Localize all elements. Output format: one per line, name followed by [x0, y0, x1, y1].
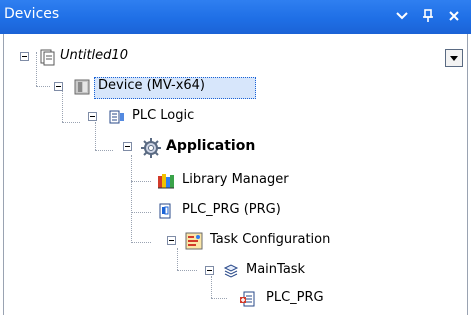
program-icon: [159, 203, 171, 219]
tree-item-task-configuration[interactable]: Task Configuration: [0, 230, 471, 252]
tree-item-label: Device (MV-x64): [98, 78, 206, 93]
pin-icon: [423, 9, 433, 22]
tree-item-plc-logic[interactable]: PLC Logic: [0, 106, 471, 128]
tree-item-plc-prg-call[interactable]: PLC_PRG: [0, 288, 471, 310]
tree-item-label: PLC_PRG: [266, 290, 324, 305]
tree-item-label: Task Configuration: [210, 232, 331, 247]
tree-item-library-manager[interactable]: Library Manager: [0, 170, 471, 192]
collapse-toggle[interactable]: [123, 142, 132, 151]
chevron-down-icon: [396, 12, 408, 20]
devices-panel-titlebar: Devices: [0, 0, 471, 34]
tree-item-label: MainTask: [246, 262, 306, 277]
tree-item-application[interactable]: Application: [0, 136, 471, 158]
plc-logic-icon: [109, 110, 124, 124]
project-icon: [40, 49, 55, 66]
collapse-toggle[interactable]: [205, 266, 214, 275]
collapse-toggle[interactable]: [54, 82, 63, 91]
collapse-toggle[interactable]: [167, 236, 176, 245]
tree-item-label: Library Manager: [182, 172, 289, 187]
project-dropdown-button[interactable]: [445, 49, 463, 67]
close-button[interactable]: [444, 6, 464, 26]
tree-item-label: PLC Logic: [132, 108, 195, 123]
collapse-toggle[interactable]: [88, 112, 97, 121]
close-icon: [449, 11, 459, 21]
tree-item-label: PLC_PRG (PRG): [182, 202, 281, 217]
device-icon: [74, 79, 90, 95]
tree-item-untitled10[interactable]: Untitled10: [0, 46, 471, 68]
task-icon: [223, 264, 239, 278]
tree-item-device[interactable]: Device (MV-x64): [0, 76, 471, 99]
pin-button[interactable]: [418, 6, 438, 26]
panel-title: Devices: [4, 6, 60, 22]
tree-item-plc-prg[interactable]: PLC_PRG (PRG): [0, 200, 471, 222]
task-configuration-icon: [185, 232, 203, 250]
tree-item-label: Untitled10: [60, 48, 128, 63]
library-books-icon: [158, 174, 174, 189]
program-call-icon: [240, 291, 255, 307]
panel-menu-dropdown-icon[interactable]: [392, 6, 412, 26]
collapse-toggle[interactable]: [20, 52, 29, 61]
tree-item-maintask[interactable]: MainTask: [0, 260, 471, 282]
tree-item-label: Application: [166, 138, 256, 154]
application-gear-icon: [141, 138, 161, 158]
